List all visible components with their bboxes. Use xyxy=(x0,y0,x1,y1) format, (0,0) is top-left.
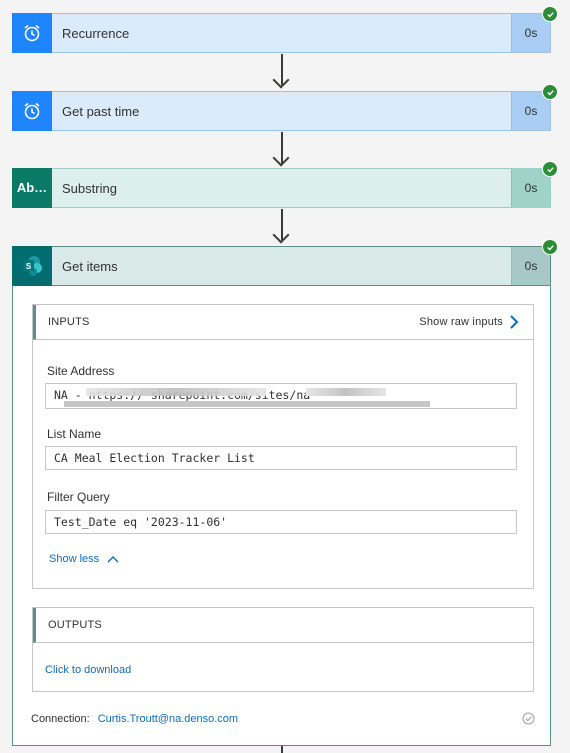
step-title: Recurrence xyxy=(62,25,130,41)
step-recurrence[interactable]: Recurrence 0s xyxy=(12,12,551,53)
step-title: Get items xyxy=(62,258,118,274)
inputs-section: INPUTS Show raw inputs Site Address NA -… xyxy=(32,304,534,589)
show-raw-inputs-button[interactable]: Show raw inputs xyxy=(419,315,519,329)
step-get-past-time[interactable]: Get past time 0s xyxy=(12,90,551,131)
success-check-icon xyxy=(542,6,558,22)
step-substring[interactable]: Ab… Substring 0s xyxy=(12,167,551,208)
connection-value[interactable]: Curtis.Troutt@na.denso.com xyxy=(98,713,238,725)
get-items-card: S Get items 0s INPUTS Show raw inputs Si… xyxy=(12,245,551,746)
alarm-clock-icon xyxy=(12,90,52,131)
show-less-label: Show less xyxy=(49,553,100,565)
inputs-heading: INPUTS xyxy=(48,316,90,328)
sharepoint-icon: S xyxy=(12,245,52,286)
arrow-head-icon xyxy=(272,226,290,244)
arrow-head-icon xyxy=(272,71,290,89)
connection-label: Connection: xyxy=(31,713,90,725)
show-less-button[interactable]: Show less xyxy=(49,553,119,565)
outputs-section: OUTPUTS Click to download xyxy=(32,607,534,692)
redaction-mark xyxy=(86,388,266,396)
check-circle-icon xyxy=(522,712,535,725)
arrow-head-icon xyxy=(272,149,290,167)
site-address-field[interactable]: NA - https:// sharepoint.com/sites/na xyxy=(45,383,517,409)
outputs-heading: OUTPUTS xyxy=(48,619,102,631)
list-name-field[interactable]: CA Meal Election Tracker List xyxy=(45,446,517,470)
text-function-icon: Ab… xyxy=(12,167,52,208)
click-to-download-link[interactable]: Click to download xyxy=(45,664,131,676)
show-raw-inputs-label: Show raw inputs xyxy=(419,316,503,328)
step-title: Get past time xyxy=(62,103,140,119)
alarm-clock-icon xyxy=(12,12,52,53)
site-address-label: Site Address xyxy=(47,364,115,378)
inputs-header: INPUTS Show raw inputs xyxy=(33,305,533,340)
svg-text:S: S xyxy=(26,262,32,271)
horizontal-scrollbar[interactable] xyxy=(64,401,430,407)
success-check-icon xyxy=(542,239,558,255)
connector-arrow xyxy=(281,746,283,753)
success-check-icon xyxy=(542,161,558,177)
success-check-icon xyxy=(542,84,558,100)
outputs-header: OUTPUTS xyxy=(33,608,533,643)
chevron-right-icon xyxy=(510,315,519,329)
redaction-mark xyxy=(306,388,386,396)
step-get-items[interactable]: S Get items 0s xyxy=(12,245,551,286)
filter-query-label: Filter Query xyxy=(47,490,110,504)
step-title: Substring xyxy=(62,180,117,196)
chevron-up-icon xyxy=(107,556,119,563)
list-name-label: List Name xyxy=(47,427,102,441)
filter-query-field[interactable]: Test_Date eq '2023-11-06' xyxy=(45,510,517,534)
connection-row: Connection: Curtis.Troutt@na.denso.com xyxy=(31,713,238,725)
